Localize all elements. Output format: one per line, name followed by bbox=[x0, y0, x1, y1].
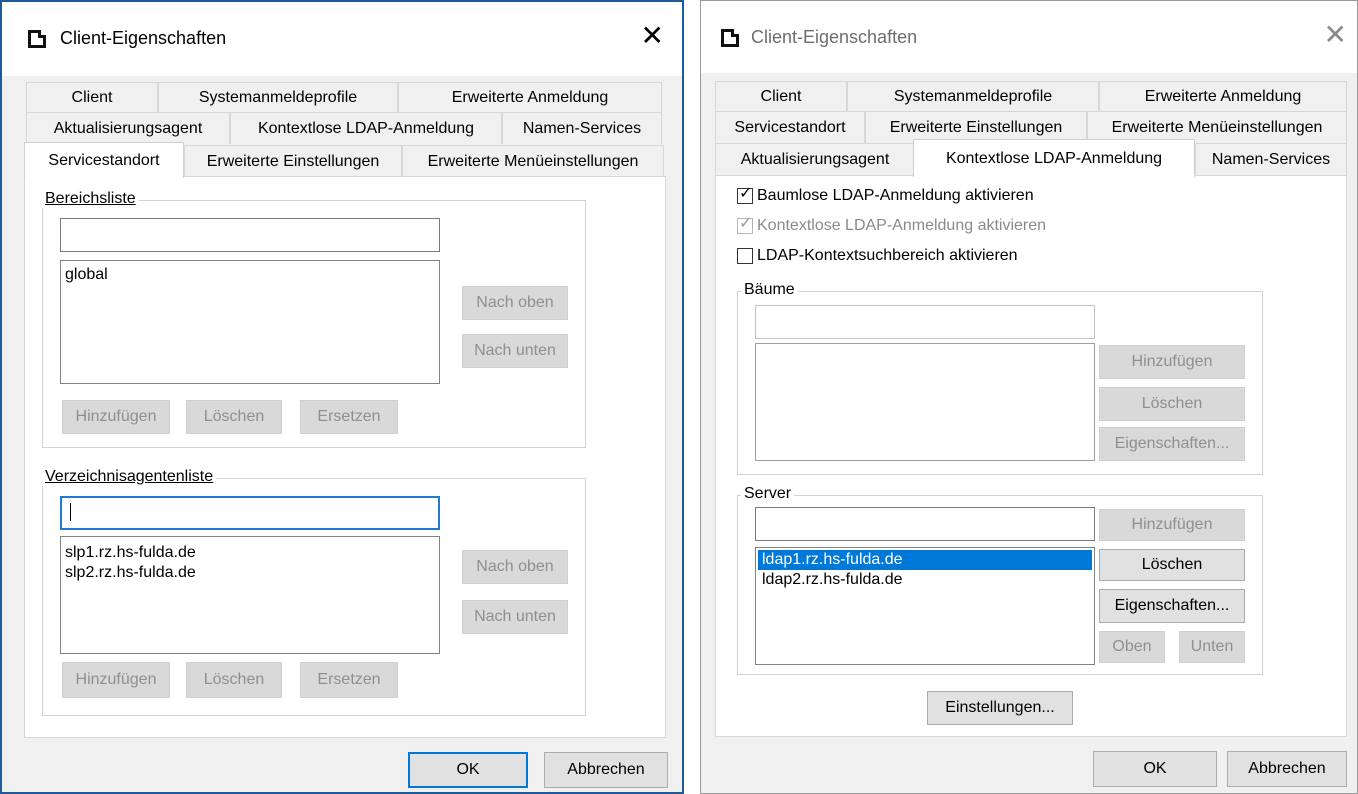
baumlose-ldap-checkbox[interactable]: ✓ Baumlose LDAP-Anmeldung aktivieren bbox=[737, 185, 1034, 205]
checkbox-box[interactable] bbox=[737, 248, 753, 264]
tab-systemanmeldeprofile[interactable]: Systemanmeldeprofile bbox=[847, 81, 1099, 111]
bereich-list[interactable]: global bbox=[60, 260, 440, 384]
window-title: Client-Eigenschaften bbox=[60, 28, 227, 48]
server-up-button[interactable]: Oben bbox=[1099, 631, 1165, 663]
window-title: Client-Eigenschaften bbox=[751, 27, 918, 47]
server-delete-button[interactable]: Löschen bbox=[1099, 549, 1245, 581]
baeume-add-button[interactable]: Hinzufügen bbox=[1099, 345, 1245, 379]
settings-button[interactable]: Einstellungen... bbox=[927, 691, 1073, 725]
tab-aktualisierungsagent[interactable]: Aktualisierungsagent bbox=[715, 143, 915, 175]
checkbox-label: LDAP-Kontextsuchbereich aktivieren bbox=[757, 247, 1018, 264]
tab-namen-services[interactable]: Namen-Services bbox=[502, 112, 662, 144]
tab-client[interactable]: Client bbox=[715, 81, 847, 111]
list-item[interactable]: global bbox=[61, 265, 439, 285]
baeume-input[interactable] bbox=[755, 305, 1095, 339]
baeume-delete-button[interactable]: Löschen bbox=[1099, 387, 1245, 421]
bereich-up-button[interactable]: Nach oben bbox=[462, 286, 568, 320]
window-app-icon bbox=[28, 30, 46, 48]
close-icon[interactable]: ✕ bbox=[641, 22, 664, 50]
client-properties-dialog-left: Client-Eigenschaften ✕ Client Systemanme… bbox=[0, 0, 684, 794]
tab-servicestandort[interactable]: Servicestandort bbox=[715, 111, 865, 143]
verzeichnis-list[interactable]: slp1.rz.hs-fulda.de slp2.rz.hs-fulda.de bbox=[60, 536, 440, 654]
client-properties-dialog-right: Client-Eigenschaften ✕ Client Systemanme… bbox=[700, 0, 1358, 794]
window-app-icon bbox=[721, 29, 739, 47]
baeume-list[interactable] bbox=[755, 343, 1095, 461]
title-bar: Client-Eigenschaften ✕ bbox=[2, 2, 682, 76]
baeume-properties-button[interactable]: Eigenschaften... bbox=[1099, 427, 1245, 461]
tab-erweiterte-anmeldung[interactable]: Erweiterte Anmeldung bbox=[398, 82, 662, 112]
baeume-label: Bäume bbox=[741, 281, 798, 299]
server-input[interactable] bbox=[755, 507, 1095, 541]
list-item[interactable]: slp2.rz.hs-fulda.de bbox=[61, 563, 439, 583]
checkbox-box[interactable]: ✓ bbox=[737, 215, 753, 234]
list-item[interactable]: slp1.rz.hs-fulda.de bbox=[61, 543, 439, 563]
check-icon: ✓ bbox=[739, 215, 753, 232]
bereich-down-button[interactable]: Nach unten bbox=[462, 334, 568, 368]
verzeichnisagentenliste-label: Verzeichnisagentenliste bbox=[42, 468, 217, 486]
cancel-button[interactable]: Abbrechen bbox=[1227, 751, 1347, 787]
server-properties-button[interactable]: Eigenschaften... bbox=[1099, 589, 1245, 623]
close-icon[interactable]: ✕ bbox=[1324, 21, 1347, 49]
verzeichnis-down-button[interactable]: Nach unten bbox=[462, 600, 568, 634]
server-list[interactable]: ldap1.rz.hs-fulda.de ldap2.rz.hs-fulda.d… bbox=[755, 547, 1095, 665]
tab-kontextlose-ldap-anmeldung[interactable]: Kontextlose LDAP-Anmeldung bbox=[230, 112, 502, 144]
verzeichnis-up-button[interactable]: Nach oben bbox=[462, 550, 568, 584]
kontextlose-ldap-checkbox[interactable]: ✓ Kontextlose LDAP-Anmeldung aktivieren bbox=[737, 215, 1047, 235]
tab-erweiterte-menueinstellungen[interactable]: Erweiterte Menüeinstellungen bbox=[402, 145, 664, 177]
checkbox-label: Kontextlose LDAP-Anmeldung aktivieren bbox=[757, 217, 1047, 234]
bereich-add-button[interactable]: Hinzufügen bbox=[62, 400, 170, 434]
verzeichnis-delete-button[interactable]: Löschen bbox=[186, 662, 282, 698]
ldap-kontextsuchbereich-checkbox[interactable]: LDAP-Kontextsuchbereich aktivieren bbox=[737, 247, 1018, 265]
verzeichnis-input[interactable] bbox=[60, 496, 440, 530]
tab-client[interactable]: Client bbox=[26, 82, 158, 112]
tab-namen-services[interactable]: Namen-Services bbox=[1195, 143, 1347, 175]
tab-erweiterte-anmeldung[interactable]: Erweiterte Anmeldung bbox=[1099, 81, 1347, 111]
verzeichnis-add-button[interactable]: Hinzufügen bbox=[62, 662, 170, 698]
bereich-delete-button[interactable]: Löschen bbox=[186, 400, 282, 434]
list-item[interactable]: ldap1.rz.hs-fulda.de bbox=[758, 550, 1092, 570]
checkbox-label: Baumlose LDAP-Anmeldung aktivieren bbox=[757, 187, 1034, 204]
server-add-button[interactable]: Hinzufügen bbox=[1099, 509, 1245, 541]
check-icon: ✓ bbox=[739, 185, 753, 202]
bereich-replace-button[interactable]: Ersetzen bbox=[300, 400, 398, 434]
text-caret bbox=[70, 503, 71, 521]
tab-kontextlose-ldap-anmeldung[interactable]: Kontextlose LDAP-Anmeldung bbox=[913, 139, 1195, 177]
tab-systemanmeldeprofile[interactable]: Systemanmeldeprofile bbox=[158, 82, 398, 112]
tab-erweiterte-einstellungen[interactable]: Erweiterte Einstellungen bbox=[184, 145, 402, 177]
list-item[interactable]: ldap2.rz.hs-fulda.de bbox=[758, 570, 1092, 590]
title-bar: Client-Eigenschaften ✕ bbox=[701, 1, 1357, 73]
checkbox-box[interactable]: ✓ bbox=[737, 185, 753, 204]
server-label: Server bbox=[741, 485, 795, 503]
server-down-button[interactable]: Unten bbox=[1179, 631, 1245, 663]
cancel-button[interactable]: Abbrechen bbox=[544, 752, 668, 788]
verzeichnis-replace-button[interactable]: Ersetzen bbox=[300, 662, 398, 698]
tab-aktualisierungsagent[interactable]: Aktualisierungsagent bbox=[26, 112, 230, 144]
ok-button[interactable]: OK bbox=[1093, 751, 1217, 787]
bereich-input[interactable] bbox=[60, 218, 440, 252]
bereichsliste-label: Bereichsliste bbox=[42, 190, 139, 208]
tab-servicestandort[interactable]: Servicestandort bbox=[24, 142, 184, 178]
ok-button[interactable]: OK bbox=[408, 752, 528, 788]
